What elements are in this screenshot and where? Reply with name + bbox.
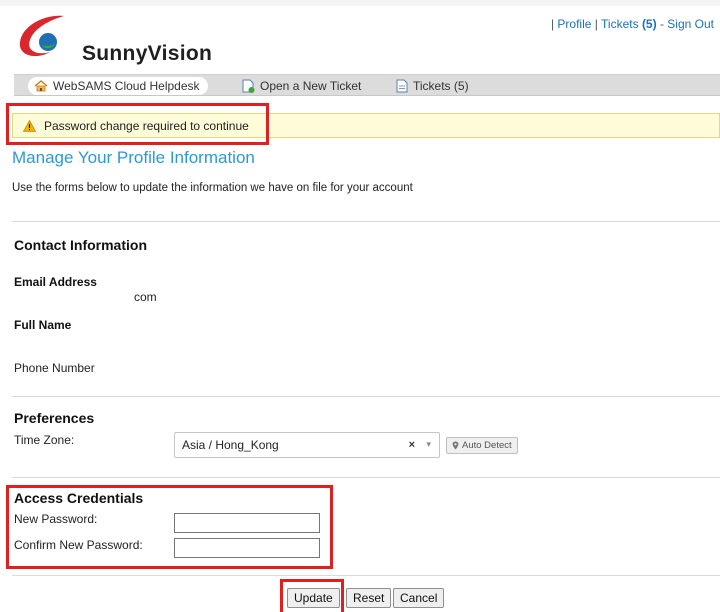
brand-logo[interactable]: SunnyVision — [14, 12, 244, 65]
home-icon — [34, 80, 48, 92]
main-nav: WebSAMS Cloud Helpdesk Open a New Ticket… — [14, 74, 720, 96]
reset-button[interactable]: Reset — [346, 588, 392, 608]
top-strip — [0, 0, 720, 6]
nav-item-open-ticket[interactable]: Open a New Ticket — [242, 77, 361, 95]
time-zone-value: Asia / Hong_Kong — [182, 438, 279, 452]
tickets-link[interactable]: Tickets (5) — [601, 17, 657, 31]
sign-out-link[interactable]: Sign Out — [667, 17, 714, 31]
highlight-box-update — [280, 579, 344, 612]
auto-detect-label: Auto Detect — [462, 440, 512, 451]
nav-item-helpdesk-home[interactable]: WebSAMS Cloud Helpdesk — [28, 77, 208, 95]
highlight-box-notice — [6, 103, 269, 145]
email-value: com — [134, 290, 157, 304]
page-intro: Use the forms below to update the inform… — [12, 182, 413, 194]
highlight-box-credentials — [6, 485, 333, 569]
nav-item-label: Tickets (5) — [413, 79, 469, 93]
contact-information-heading: Contact Information — [14, 237, 147, 253]
nav-item-label: Open a New Ticket — [260, 79, 362, 93]
new-ticket-icon — [242, 79, 255, 93]
nav-item-tickets[interactable]: Tickets (5) — [396, 77, 469, 95]
phone-number-label: Phone Number — [14, 361, 95, 375]
time-zone-label: Time Zone: — [14, 433, 75, 447]
auto-detect-button[interactable]: Auto Detect — [446, 437, 518, 454]
full-name-label: Full Name — [14, 318, 72, 332]
preferences-heading: Preferences — [14, 410, 95, 426]
top-links-separator: | — [594, 17, 598, 31]
divider — [12, 575, 720, 576]
chevron-down-icon[interactable]: ▾ — [426, 439, 431, 450]
nav-item-label: WebSAMS Cloud Helpdesk — [53, 79, 200, 93]
profile-link[interactable]: Profile — [557, 17, 591, 31]
tickets-link-label: Tickets — [601, 17, 639, 31]
email-label: Email Address — [14, 275, 97, 289]
top-links-separator: | — [550, 17, 555, 31]
top-links-dash: - — [659, 17, 664, 31]
sunnyvision-logo-icon — [19, 15, 64, 57]
divider — [12, 396, 720, 397]
brand-name: SunnyVision — [82, 42, 213, 65]
tickets-icon — [396, 79, 408, 93]
location-pin-icon — [452, 441, 459, 450]
top-links: | Profile | Tickets (5) - Sign Out — [551, 17, 714, 31]
cancel-button[interactable]: Cancel — [393, 588, 445, 608]
time-zone-select[interactable]: Asia / Hong_Kong × ▾ — [174, 432, 440, 458]
divider — [12, 221, 720, 222]
divider — [12, 477, 720, 478]
clear-selection-icon[interactable]: × — [409, 439, 415, 451]
page-title: Manage Your Profile Information — [12, 148, 255, 167]
tickets-count: (5) — [641, 17, 657, 31]
